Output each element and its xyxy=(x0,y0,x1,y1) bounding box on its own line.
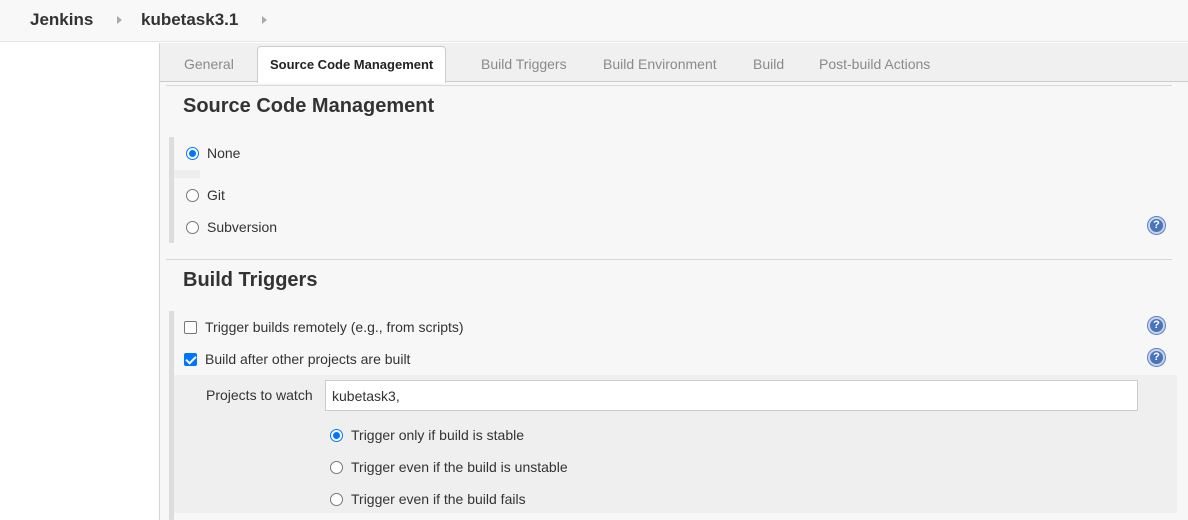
condition-unstable-radio[interactable] xyxy=(330,460,343,474)
tab-build-triggers[interactable]: Build Triggers xyxy=(481,56,567,72)
trigger-remote-checkbox[interactable] xyxy=(184,320,197,334)
triggers-section-title: Build Triggers xyxy=(183,269,318,291)
chevron-right-icon[interactable] xyxy=(117,16,122,24)
condition-stable-option[interactable]: Trigger only if build is stable xyxy=(330,427,524,443)
divider xyxy=(166,259,1172,260)
config-main: General Source Code Management Build Tri… xyxy=(160,43,1188,520)
projects-to-watch-input[interactable] xyxy=(325,380,1138,411)
condition-fails-option[interactable]: Trigger even if the build fails xyxy=(330,491,526,507)
scm-option-git[interactable]: Git xyxy=(186,187,225,203)
tab-build[interactable]: Build xyxy=(753,56,784,72)
condition-stable-radio[interactable] xyxy=(330,428,343,442)
chevron-right-icon[interactable] xyxy=(262,16,267,24)
scm-git-radio[interactable] xyxy=(186,188,199,202)
breadcrumb-job-link[interactable]: kubetask3.1 xyxy=(141,10,238,30)
scm-git-label: Git xyxy=(207,187,225,203)
config-tabbar: General Source Code Management Build Tri… xyxy=(160,43,1188,83)
help-icon[interactable]: ? xyxy=(1148,217,1165,234)
scm-subversion-radio[interactable] xyxy=(186,220,199,234)
scm-option-subversion[interactable]: Subversion xyxy=(186,219,277,235)
projects-to-watch-label: Projects to watch xyxy=(206,387,313,403)
scm-option-none[interactable]: None xyxy=(186,145,240,161)
help-icon[interactable]: ? xyxy=(1148,349,1165,366)
breadcrumb: Jenkins kubetask3.1 xyxy=(0,0,1188,42)
trigger-after-option[interactable]: Build after other projects are built xyxy=(184,351,410,367)
tab-general[interactable]: General xyxy=(184,56,234,72)
scm-group-bar xyxy=(169,137,174,243)
tab-post-build-actions[interactable]: Post-build Actions xyxy=(819,56,930,72)
trigger-remote-option[interactable]: Trigger builds remotely (e.g., from scri… xyxy=(184,319,464,335)
condition-fails-radio[interactable] xyxy=(330,492,343,506)
scm-option-band xyxy=(174,170,200,178)
tab-build-environment[interactable]: Build Environment xyxy=(603,56,717,72)
divider xyxy=(166,85,1172,86)
help-icon[interactable]: ? xyxy=(1148,317,1165,334)
scm-section-title: Source Code Management xyxy=(183,95,435,117)
trigger-after-details: Projects to watch Trigger only if build … xyxy=(174,375,1177,513)
sidebar xyxy=(0,43,160,520)
scm-subversion-label: Subversion xyxy=(207,219,278,235)
scm-none-radio[interactable] xyxy=(186,146,199,160)
condition-fails-label: Trigger even if the build fails xyxy=(351,491,526,507)
breadcrumb-jenkins-link[interactable]: Jenkins xyxy=(30,10,93,30)
tab-source-code-management[interactable]: Source Code Management xyxy=(257,46,447,83)
condition-unstable-option[interactable]: Trigger even if the build is unstable xyxy=(330,459,568,475)
trigger-after-checkbox[interactable] xyxy=(184,352,197,366)
condition-unstable-label: Trigger even if the build is unstable xyxy=(351,459,568,475)
trigger-after-label: Build after other projects are built xyxy=(205,351,411,367)
trigger-remote-label: Trigger builds remotely (e.g., from scri… xyxy=(205,319,464,335)
scm-none-label: None xyxy=(207,145,241,161)
condition-stable-label: Trigger only if build is stable xyxy=(351,427,525,443)
